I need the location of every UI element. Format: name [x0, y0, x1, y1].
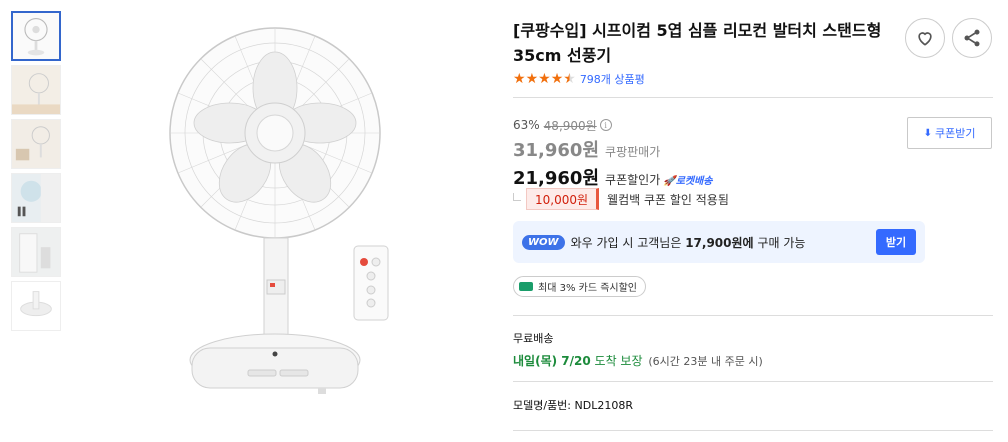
- wow-text-prefix: 와우 가입 시 고객님은: [570, 235, 682, 250]
- card-discount-text: 최대 3% 카드 즉시할인: [538, 283, 638, 294]
- price-block: 63% 48,900원 i 31,960원 쿠팡판매가 21,960원 쿠폰할인…: [513, 117, 993, 190]
- rating-row[interactable]: ★ ★ ★ ★ ★ 798개 상품평: [513, 71, 993, 87]
- coupon-button-label: 쿠폰받기: [934, 127, 976, 140]
- discount-rate: 63%: [513, 118, 540, 132]
- original-price: 48,900원: [543, 118, 597, 133]
- share-icon: [964, 29, 980, 47]
- coupon-price: 21,960원: [513, 168, 600, 189]
- star-icon: ★: [538, 71, 551, 87]
- wow-text-suffix: 구매 가능: [757, 235, 806, 250]
- fan-illustration: [169, 27, 389, 394]
- wishlist-button[interactable]: [905, 18, 945, 58]
- arrival-date: 내일(목) 7/20: [513, 354, 591, 368]
- divider: [513, 97, 993, 98]
- divider: [513, 381, 993, 382]
- coupon-price-row: 21,960원 쿠폰할인가 🚀로켓배송: [513, 164, 993, 190]
- star-icon: ★: [513, 71, 526, 87]
- sale-price-label: 쿠팡판매가: [605, 145, 661, 159]
- card-icon: [519, 282, 533, 291]
- welcome-coupon-amount: 10,000원: [526, 188, 600, 210]
- wow-text: 와우 가입 시 고객님은 17,900원에 구매 가능: [571, 234, 876, 251]
- share-button[interactable]: [952, 18, 992, 58]
- welcome-coupon-row: 10,000원 웰컴백 쿠폰 할인 적용됨: [513, 188, 729, 210]
- heart-icon: [918, 32, 932, 46]
- thumbnail-1[interactable]: [11, 11, 61, 61]
- thumbnail-6[interactable]: [11, 281, 61, 331]
- corner-line: [513, 193, 521, 201]
- thumbnail-5[interactable]: [11, 227, 61, 277]
- half-star-icon: ★: [563, 71, 576, 87]
- download-icon: ⬇: [923, 127, 932, 139]
- product-info: [쿠팡수입] 시프이컴 5엽 심플 리모컨 발터치 스탠드형 35cm 선풍기 …: [513, 18, 993, 87]
- arrival-guarantee: 도착 보장: [594, 354, 643, 368]
- coupon-download-button[interactable]: ⬇ 쿠폰받기: [907, 117, 992, 149]
- product-title: [쿠팡수입] 시프이컴 5엽 심플 리모컨 발터치 스탠드형 35cm 선풍기: [513, 21, 882, 65]
- rating-stars: ★ ★ ★ ★ ★: [513, 72, 576, 86]
- wow-badge: WOW: [522, 234, 565, 250]
- card-discount-chip[interactable]: 최대 3% 카드 즉시할인: [513, 276, 647, 297]
- thumbnail-4[interactable]: [11, 173, 61, 223]
- thumbnail-3[interactable]: [11, 119, 61, 169]
- sale-price: 31,960원: [513, 140, 600, 161]
- coupon-price-label: 쿠폰할인가: [605, 173, 661, 187]
- star-icon: ★: [525, 71, 539, 87]
- wow-text-amount: 17,900원에: [685, 235, 754, 250]
- rocket-delivery-badge: 🚀로켓배송: [663, 176, 713, 187]
- shipping-block: 무료배송 내일(목) 7/20 도착 보장 (6시간 23분 내 주문 시): [513, 330, 763, 369]
- divider: [513, 315, 993, 316]
- divider: [513, 430, 993, 431]
- star-icon: ★: [550, 71, 564, 87]
- wow-get-button[interactable]: 받기: [876, 229, 916, 255]
- order-deadline-note: (6시간 23분 내 주문 시): [648, 355, 763, 368]
- review-count-link[interactable]: 798개 상품평: [580, 71, 645, 87]
- wow-membership-banner: WOW 와우 가입 시 고객님은 17,900원에 구매 가능 받기: [513, 221, 925, 263]
- thumbnail-list: [11, 11, 63, 335]
- rocket-delivery-label: 로켓배송: [675, 176, 713, 187]
- shipping-label: 무료배송: [513, 332, 554, 345]
- product-main-image: [140, 8, 440, 428]
- model-number: 모델명/품번: NDL2108R: [513, 399, 633, 412]
- action-buttons: [905, 18, 992, 58]
- welcome-coupon-text: 웰컴백 쿠폰 할인 적용됨: [607, 192, 729, 207]
- shipping-date: 내일(목) 7/20 도착 보장 (6시간 23분 내 주문 시): [513, 352, 763, 369]
- info-icon[interactable]: i: [599, 119, 612, 131]
- thumbnail-2[interactable]: [11, 65, 61, 115]
